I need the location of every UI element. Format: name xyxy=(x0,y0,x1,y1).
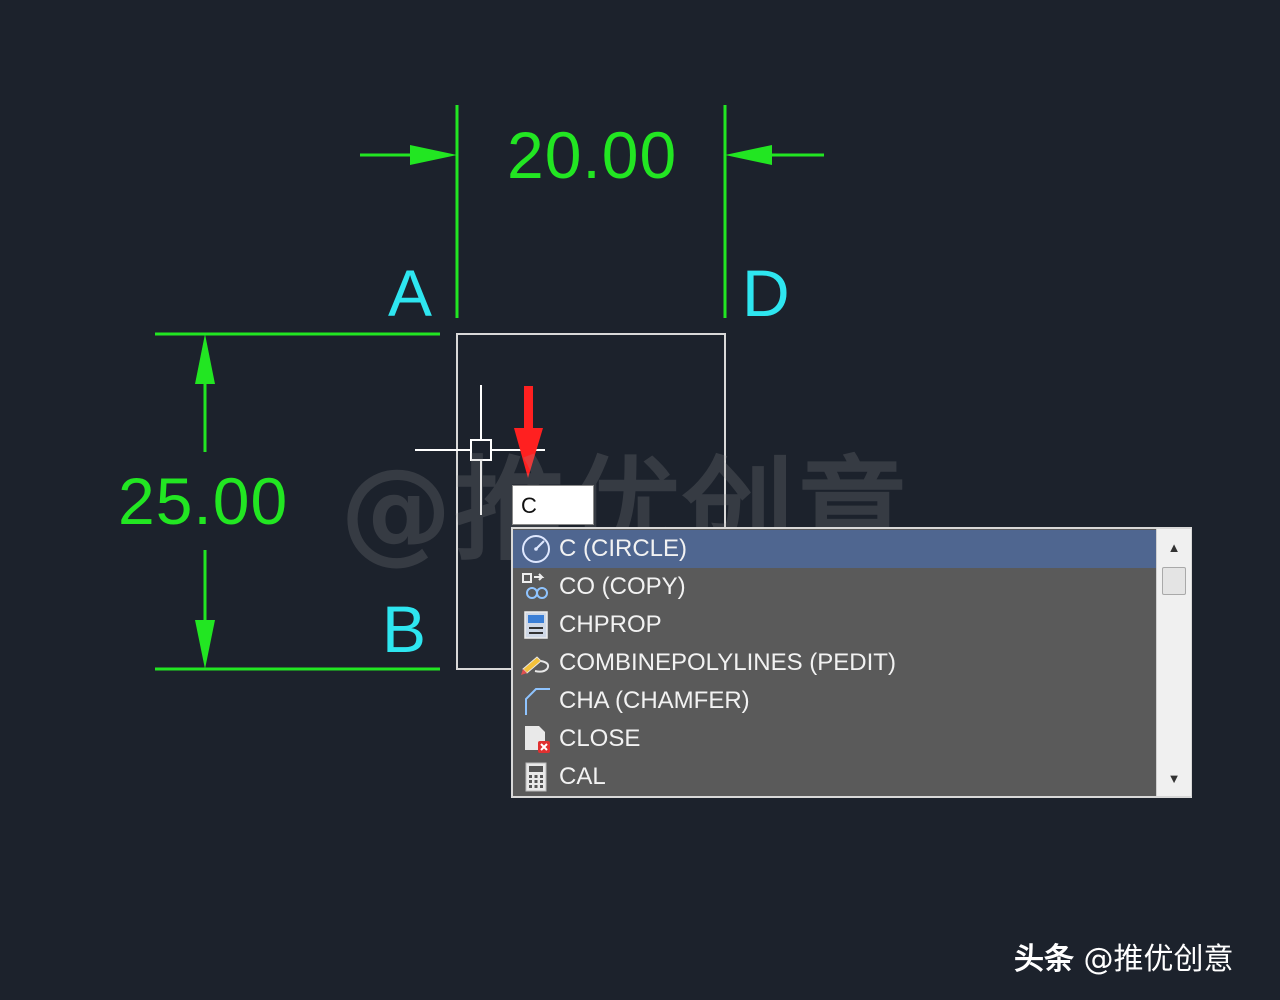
suggestion-label: CHPROP xyxy=(559,611,662,638)
suggestion-item-combinepolylines[interactable]: COMBINEPOLYLINES (PEDIT) xyxy=(513,644,1156,682)
command-suggestion-list[interactable]: C (CIRCLE) CO (COPY) CHPROP COMBINEPOLYL… xyxy=(511,527,1192,798)
suggestion-item-close[interactable]: CLOSE xyxy=(513,720,1156,758)
suggestion-label: COMBINEPOLYLINES (PEDIT) xyxy=(559,649,896,676)
point-label-b: B xyxy=(382,592,427,666)
suggestion-item-cal[interactable]: CAL xyxy=(513,758,1156,796)
point-label-a: A xyxy=(388,256,433,330)
scroll-up-icon[interactable]: ▲ xyxy=(1157,533,1191,563)
properties-icon xyxy=(513,606,559,644)
suggestion-item-chamfer[interactable]: CHA (CHAMFER) xyxy=(513,682,1156,720)
dimension-label-vertical: 25.00 xyxy=(118,464,289,538)
command-input[interactable]: C xyxy=(512,485,594,525)
source-brand: 头条 xyxy=(1014,942,1074,977)
circle-icon xyxy=(513,530,559,568)
suggestion-label: C (CIRCLE) xyxy=(559,535,688,562)
source-watermark: 头条 @推优创意 xyxy=(1014,934,1234,978)
calculator-icon xyxy=(513,758,559,796)
suggestion-label: CO (COPY) xyxy=(559,573,686,600)
suggestion-item-copy[interactable]: CO (COPY) xyxy=(513,568,1156,606)
source-handle: @推优创意 xyxy=(1083,942,1234,977)
suggestion-label: CHA (CHAMFER) xyxy=(559,687,750,714)
chamfer-icon xyxy=(513,682,559,720)
point-label-d: D xyxy=(742,256,790,330)
copy-icon xyxy=(513,568,559,606)
suggestion-scrollbar[interactable]: ▲ ▼ xyxy=(1156,529,1191,796)
close-document-icon xyxy=(513,720,559,758)
scroll-down-icon[interactable]: ▼ xyxy=(1157,764,1191,794)
dimension-label-horizontal: 20.00 xyxy=(507,118,678,192)
suggestion-label: CAL xyxy=(559,763,606,790)
suggestion-item-chprop[interactable]: CHPROP xyxy=(513,606,1156,644)
scroll-thumb[interactable] xyxy=(1162,567,1186,595)
suggestion-item-circle[interactable]: C (CIRCLE) xyxy=(513,530,1156,568)
suggestion-label: CLOSE xyxy=(559,725,641,752)
pencil-icon xyxy=(513,644,559,682)
